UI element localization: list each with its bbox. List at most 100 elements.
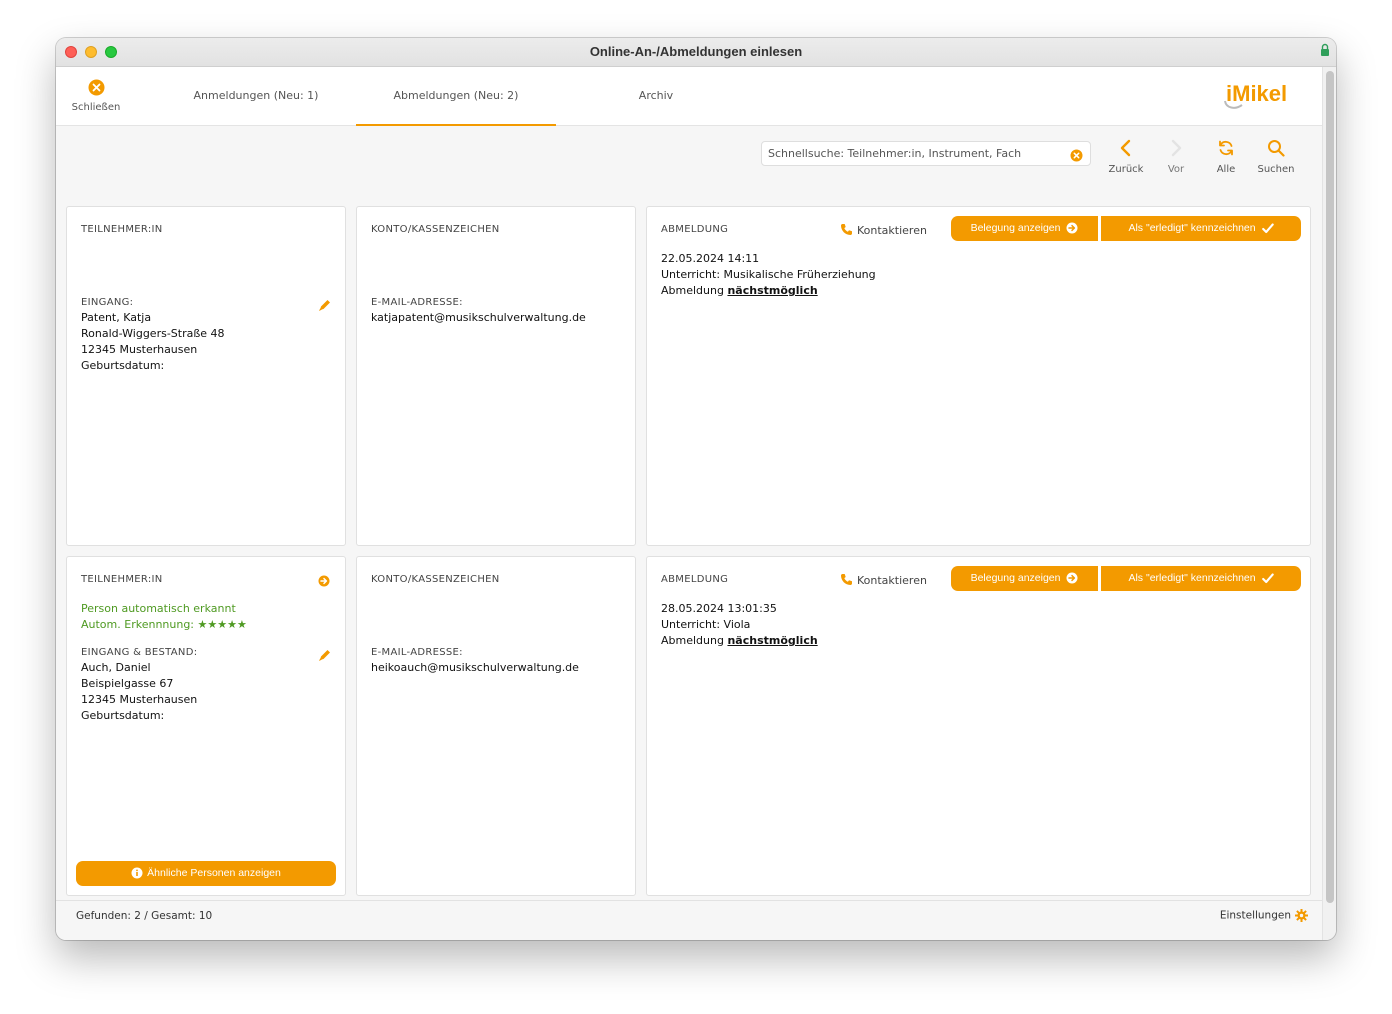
mark-done-button[interactable]: Als "erledigt" kennzeichnen xyxy=(1101,216,1301,241)
logo-text: iMikel xyxy=(1226,81,1287,106)
email-label: E-MAIL-ADRESSE: xyxy=(371,297,463,308)
cancellation-header: ABMELDUNG xyxy=(661,574,729,585)
checkmark-icon xyxy=(1259,572,1274,584)
account-card: KONTO/KASSENZEICHEN E-MAIL-ADRESSE: heik… xyxy=(356,556,636,896)
imikel-logo: iMikel xyxy=(1222,79,1304,115)
mark-done-label: Als "erledigt" kennzeichnen xyxy=(1128,572,1256,584)
toolbar: Schließen Anmeldungen (Neu: 1) Abmeldung… xyxy=(56,67,1322,126)
contact-label: Kontaktieren xyxy=(857,574,927,587)
clear-search-icon[interactable] xyxy=(1070,147,1083,166)
back-label: Zurück xyxy=(1108,164,1144,175)
show-booking-button[interactable]: Belegung anzeigen xyxy=(951,566,1098,591)
phone-icon xyxy=(840,573,853,589)
checkmark-icon xyxy=(1259,222,1274,234)
scrollbar-thumb[interactable] xyxy=(1326,71,1334,903)
settings-label: Einstellungen xyxy=(1219,909,1291,922)
participant-birthdate: Geburtsdatum: xyxy=(81,709,165,722)
mark-done-button[interactable]: Als "erledigt" kennzeichnen xyxy=(1101,566,1301,591)
tab-anmeldungen[interactable]: Anmeldungen (Neu: 1) xyxy=(156,67,356,126)
participant-card: TEILNEHMER:IN Person automatisch erkannt… xyxy=(66,556,346,896)
contact-link[interactable]: Kontaktieren xyxy=(840,573,927,589)
edit-pencil-icon[interactable] xyxy=(318,297,331,316)
lock-icon xyxy=(1320,42,1330,61)
settings-button[interactable]: Einstellungen xyxy=(1220,909,1308,922)
account-header: KONTO/KASSENZEICHEN xyxy=(371,224,500,235)
chevron-left-icon xyxy=(1118,139,1134,161)
entry-label: EINGANG: xyxy=(81,297,134,308)
close-circle-icon xyxy=(88,79,105,100)
search-label: Suchen xyxy=(1257,164,1295,175)
gear-icon xyxy=(1291,909,1308,922)
close-button-label: Schließen xyxy=(71,102,121,113)
similar-persons-label: Ähnliche Personen anzeigen xyxy=(147,867,281,879)
email-value: heikoauch@musikschulverwaltung.de xyxy=(371,661,579,674)
participant-name: Auch, Daniel xyxy=(81,661,151,674)
phone-icon xyxy=(840,223,853,239)
forward-label: Vor xyxy=(1167,164,1185,175)
cancellation-header: ABMELDUNG xyxy=(661,224,729,235)
cancellation-lesson: Unterricht: Musikalische Früherziehung xyxy=(661,268,876,281)
window-title: Online-An-/Abmeldungen einlesen xyxy=(589,44,803,59)
cancellation-type: Abmeldung nächstmöglich xyxy=(661,633,818,649)
result-count: Gefunden: 2 / Gesamt: 10 xyxy=(76,910,213,922)
quick-search-input[interactable] xyxy=(762,142,1062,165)
cancellation-type-prefix: Abmeldung xyxy=(661,284,724,297)
cancellation-datetime: 28.05.2024 13:01:35 xyxy=(661,602,777,615)
participant-details: EINGANG & BESTAND: Auch, Daniel Beispiel… xyxy=(81,647,197,724)
cancellation-type: Abmeldung nächstmöglich xyxy=(661,283,876,299)
recognition-label: Autom. Erkennnung: xyxy=(81,618,195,631)
similar-persons-button[interactable]: Ähnliche Personen anzeigen xyxy=(76,861,336,886)
forward-button[interactable]: Vor xyxy=(1153,139,1199,175)
recognition-block: Person automatisch erkannt Autom. Erkenn… xyxy=(81,601,247,633)
all-button[interactable]: Alle xyxy=(1203,139,1249,175)
tab-archiv[interactable]: Archiv xyxy=(556,67,756,126)
account-header: KONTO/KASSENZEICHEN xyxy=(371,574,500,585)
cancellation-details: 22.05.2024 14:11 Unterricht: Musikalisch… xyxy=(661,251,876,299)
cancellation-card: ABMELDUNG Kontaktieren Belegung anzeigen… xyxy=(646,206,1311,546)
cancellation-type-value: nächstmöglich xyxy=(727,634,818,647)
participant-city: 12345 Musterhausen xyxy=(81,343,198,356)
participant-street: Ronald-Wiggers-Straße 48 xyxy=(81,327,225,340)
email-block: E-MAIL-ADRESSE: heikoauch@musikschulverw… xyxy=(371,647,579,676)
info-icon xyxy=(131,867,147,879)
cancellation-type-value: nächstmöglich xyxy=(727,284,818,297)
cancellation-type-prefix: Abmeldung xyxy=(661,634,724,647)
cancellation-details: 28.05.2024 13:01:35 Unterricht: Viola Ab… xyxy=(661,601,818,649)
back-button[interactable]: Zurück xyxy=(1103,139,1149,175)
cancellation-datetime: 22.05.2024 14:11 xyxy=(661,252,760,265)
contact-label: Kontaktieren xyxy=(857,224,927,237)
edit-pencil-icon[interactable] xyxy=(318,647,331,666)
contact-link[interactable]: Kontaktieren xyxy=(840,223,927,239)
refresh-icon xyxy=(1217,140,1235,161)
title-bar: Online-An-/Abmeldungen einlesen xyxy=(56,38,1336,67)
vertical-scrollbar[interactable] xyxy=(1322,67,1336,940)
participant-card: TEILNEHMER:IN EINGANG: Patent, Katja Ron… xyxy=(66,206,346,546)
recognition-stars: ★★★★★ xyxy=(197,618,247,631)
participant-city: 12345 Musterhausen xyxy=(81,693,198,706)
search-button[interactable]: Suchen xyxy=(1253,139,1299,175)
auto-recognized-text: Person automatisch erkannt xyxy=(81,602,236,615)
recognition-rating: Autom. Erkennnung: ★★★★★ xyxy=(81,617,247,633)
participant-street: Beispielgasse 67 xyxy=(81,677,174,690)
participant-header: TEILNEHMER:IN xyxy=(81,224,163,235)
entry-stock-label: EINGANG & BESTAND: xyxy=(81,647,198,658)
participant-name: Patent, Katja xyxy=(81,311,152,324)
status-bar: Gefunden: 2 / Gesamt: 10 Einstellungen xyxy=(56,900,1322,940)
account-card: KONTO/KASSENZEICHEN E-MAIL-ADRESSE: katj… xyxy=(356,206,636,546)
arrow-circle-right-icon[interactable] xyxy=(318,572,330,591)
participant-header: TEILNEHMER:IN xyxy=(81,574,163,585)
tab-abmeldungen[interactable]: Abmeldungen (Neu: 2) xyxy=(356,67,556,126)
arrow-circle-right-icon xyxy=(1063,572,1078,584)
show-booking-button[interactable]: Belegung anzeigen xyxy=(951,216,1098,241)
participant-birthdate: Geburtsdatum: xyxy=(81,359,165,372)
arrow-circle-right-icon xyxy=(1063,222,1078,234)
all-label: Alle xyxy=(1216,164,1236,175)
email-label: E-MAIL-ADRESSE: xyxy=(371,647,463,658)
app-window: Online-An-/Abmeldungen einlesen Schließe… xyxy=(56,38,1336,940)
show-booking-label: Belegung anzeigen xyxy=(970,572,1061,584)
chevron-right-icon xyxy=(1168,139,1184,161)
main-content: Zurück Vor Alle Suchen TEILNEHMER:IN xyxy=(56,127,1322,900)
close-button[interactable]: Schließen xyxy=(66,79,126,113)
cancellation-lesson: Unterricht: Viola xyxy=(661,618,751,631)
quick-search xyxy=(761,141,1091,166)
